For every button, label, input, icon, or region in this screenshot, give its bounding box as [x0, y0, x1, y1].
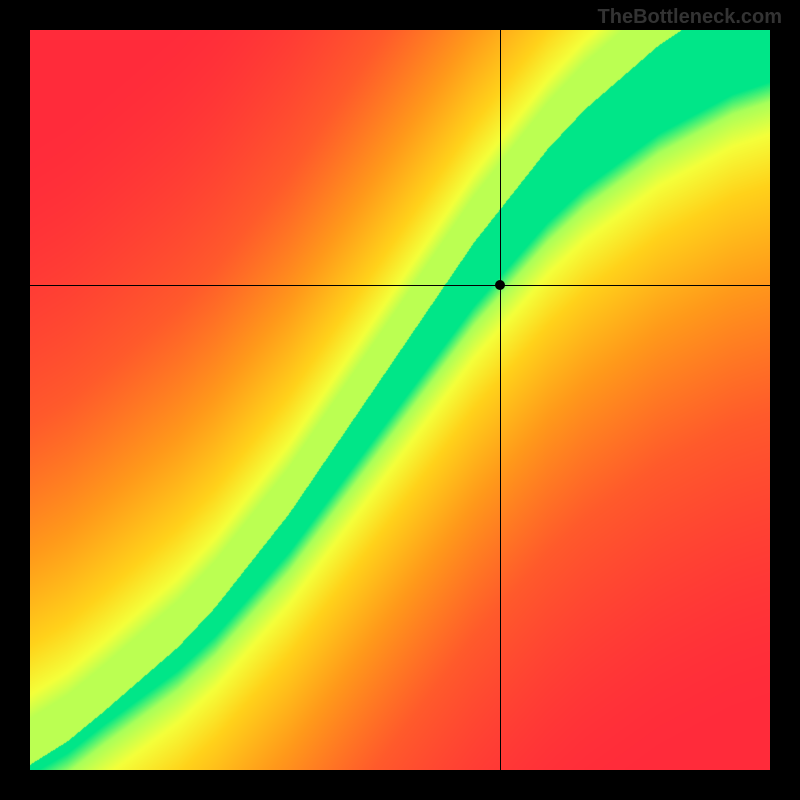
- heatmap-chart: [30, 30, 770, 770]
- marker-dot: [495, 280, 505, 290]
- crosshair-vertical: [500, 30, 501, 770]
- watermark-text: TheBottleneck.com: [598, 6, 782, 29]
- crosshair-horizontal: [30, 285, 770, 286]
- heatmap-canvas: [30, 30, 770, 770]
